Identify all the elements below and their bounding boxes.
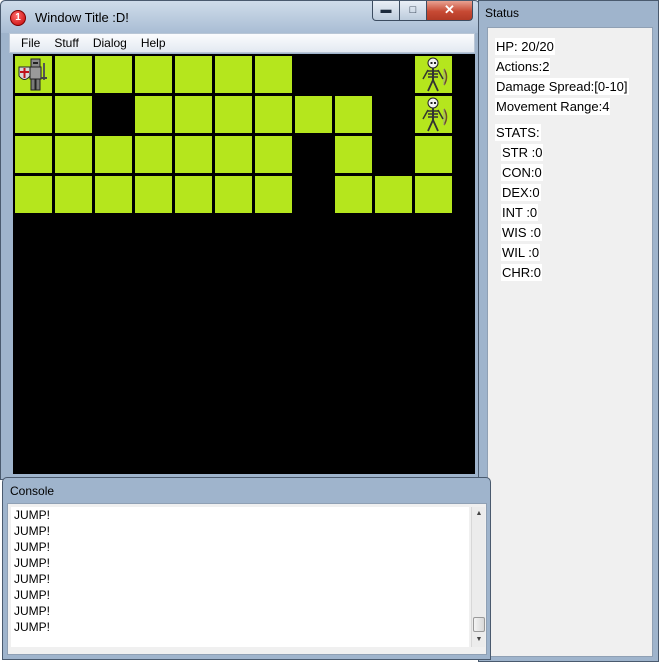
knight-icon[interactable] bbox=[14, 55, 53, 94]
stat-chr: CHR:0 bbox=[501, 264, 543, 281]
scroll-down-icon[interactable]: ▼ bbox=[472, 633, 486, 647]
grass-tile[interactable] bbox=[54, 175, 93, 214]
console-line: JUMP! bbox=[14, 556, 50, 570]
console-line: JUMP! bbox=[14, 620, 50, 634]
console-panel: JUMP! JUMP! JUMP! JUMP! JUMP! JUMP! JUMP… bbox=[7, 503, 487, 655]
grass-tile[interactable] bbox=[14, 95, 53, 134]
grass-tile[interactable] bbox=[294, 95, 333, 134]
stat-int: INT :0 bbox=[501, 204, 539, 221]
console-line: JUMP! bbox=[14, 508, 50, 522]
menu-stuff[interactable]: Stuff bbox=[47, 36, 85, 50]
stat-wis: WIS :0 bbox=[501, 224, 543, 241]
window-controls: ▬ □ ✕ bbox=[372, 1, 473, 21]
grass-tile[interactable] bbox=[254, 135, 293, 174]
grass-tile[interactable] bbox=[134, 95, 173, 134]
skeleton-icon[interactable] bbox=[414, 95, 453, 134]
grass-tile[interactable] bbox=[94, 175, 133, 214]
stats-header: STATS: bbox=[495, 124, 541, 141]
console-line: JUMP! bbox=[14, 540, 50, 554]
menu-dialog[interactable]: Dialog bbox=[86, 36, 134, 50]
hp-readout: HP: 20/20 bbox=[495, 38, 555, 55]
grass-tile[interactable] bbox=[254, 175, 293, 214]
grass-tile[interactable] bbox=[14, 175, 53, 214]
stat-wil: WIL :0 bbox=[501, 244, 541, 261]
main-window: 1 Window Title :D! ▬ □ ✕ File Stuff Dial… bbox=[0, 0, 480, 480]
grass-tile[interactable] bbox=[134, 135, 173, 174]
grass-tile[interactable] bbox=[54, 95, 93, 134]
grass-tile[interactable] bbox=[334, 95, 373, 134]
damage-spread-readout: Damage Spread:[0-10] bbox=[495, 78, 629, 95]
status-title: Status bbox=[485, 6, 520, 20]
stat-str: STR :0 bbox=[501, 144, 544, 161]
grass-tile[interactable] bbox=[174, 95, 213, 134]
window-title: Window Title :D! bbox=[35, 10, 129, 25]
grass-tile[interactable] bbox=[214, 135, 253, 174]
console-scrollbar[interactable]: ▲ ▼ bbox=[471, 507, 485, 647]
game-board[interactable] bbox=[13, 54, 475, 474]
minimize-button[interactable]: ▬ bbox=[372, 1, 400, 21]
grass-tile[interactable] bbox=[214, 175, 253, 214]
grass-tile[interactable] bbox=[254, 55, 293, 94]
grass-tile[interactable] bbox=[94, 55, 133, 94]
grass-tile[interactable] bbox=[254, 95, 293, 134]
grass-tile[interactable] bbox=[134, 175, 173, 214]
scroll-up-icon[interactable]: ▲ bbox=[472, 507, 486, 521]
stat-dex: DEX:0 bbox=[501, 184, 541, 201]
actions-readout: Actions:2 bbox=[495, 58, 551, 75]
close-button[interactable]: ✕ bbox=[427, 1, 473, 21]
grass-tile[interactable] bbox=[174, 175, 213, 214]
maximize-button[interactable]: □ bbox=[400, 1, 427, 21]
grass-tile[interactable] bbox=[54, 135, 93, 174]
console-output[interactable]: JUMP! JUMP! JUMP! JUMP! JUMP! JUMP! JUMP… bbox=[11, 507, 469, 647]
menu-bar: File Stuff Dialog Help bbox=[9, 33, 475, 53]
grass-tile[interactable] bbox=[334, 135, 373, 174]
console-line: JUMP! bbox=[14, 572, 50, 586]
grass-tile[interactable] bbox=[174, 55, 213, 94]
stat-con: CON:0 bbox=[501, 164, 543, 181]
grass-tile[interactable] bbox=[374, 175, 413, 214]
console-line: JUMP! bbox=[14, 604, 50, 618]
grass-tile[interactable] bbox=[214, 95, 253, 134]
skeleton-icon[interactable] bbox=[414, 55, 453, 94]
status-panel: HP: 20/20 Actions:2 Damage Spread:[0-10]… bbox=[487, 27, 653, 657]
console-title: Console bbox=[10, 484, 55, 498]
grass-tile[interactable] bbox=[414, 135, 453, 174]
status-window: Status HP: 20/20 Actions:2 Damage Spread… bbox=[478, 0, 659, 662]
grass-tile[interactable] bbox=[94, 135, 133, 174]
grass-tile[interactable] bbox=[334, 175, 373, 214]
grass-tile[interactable] bbox=[414, 175, 453, 214]
grass-tile[interactable] bbox=[214, 55, 253, 94]
console-window: Console JUMP! JUMP! JUMP! JUMP! JUMP! JU… bbox=[2, 477, 491, 660]
grass-tile[interactable] bbox=[134, 55, 173, 94]
grass-tile[interactable] bbox=[14, 135, 53, 174]
menu-help[interactable]: Help bbox=[134, 36, 173, 50]
app-icon[interactable]: 1 bbox=[10, 10, 26, 26]
menu-file[interactable]: File bbox=[14, 36, 47, 50]
scroll-thumb[interactable] bbox=[473, 617, 485, 632]
grass-tile[interactable] bbox=[54, 55, 93, 94]
grass-tile[interactable] bbox=[174, 135, 213, 174]
console-line: JUMP! bbox=[14, 524, 50, 538]
main-titlebar[interactable]: 1 Window Title :D! ▬ □ ✕ bbox=[1, 1, 479, 33]
console-line: JUMP! bbox=[14, 588, 50, 602]
movement-range-readout: Movement Range:4 bbox=[495, 98, 611, 115]
